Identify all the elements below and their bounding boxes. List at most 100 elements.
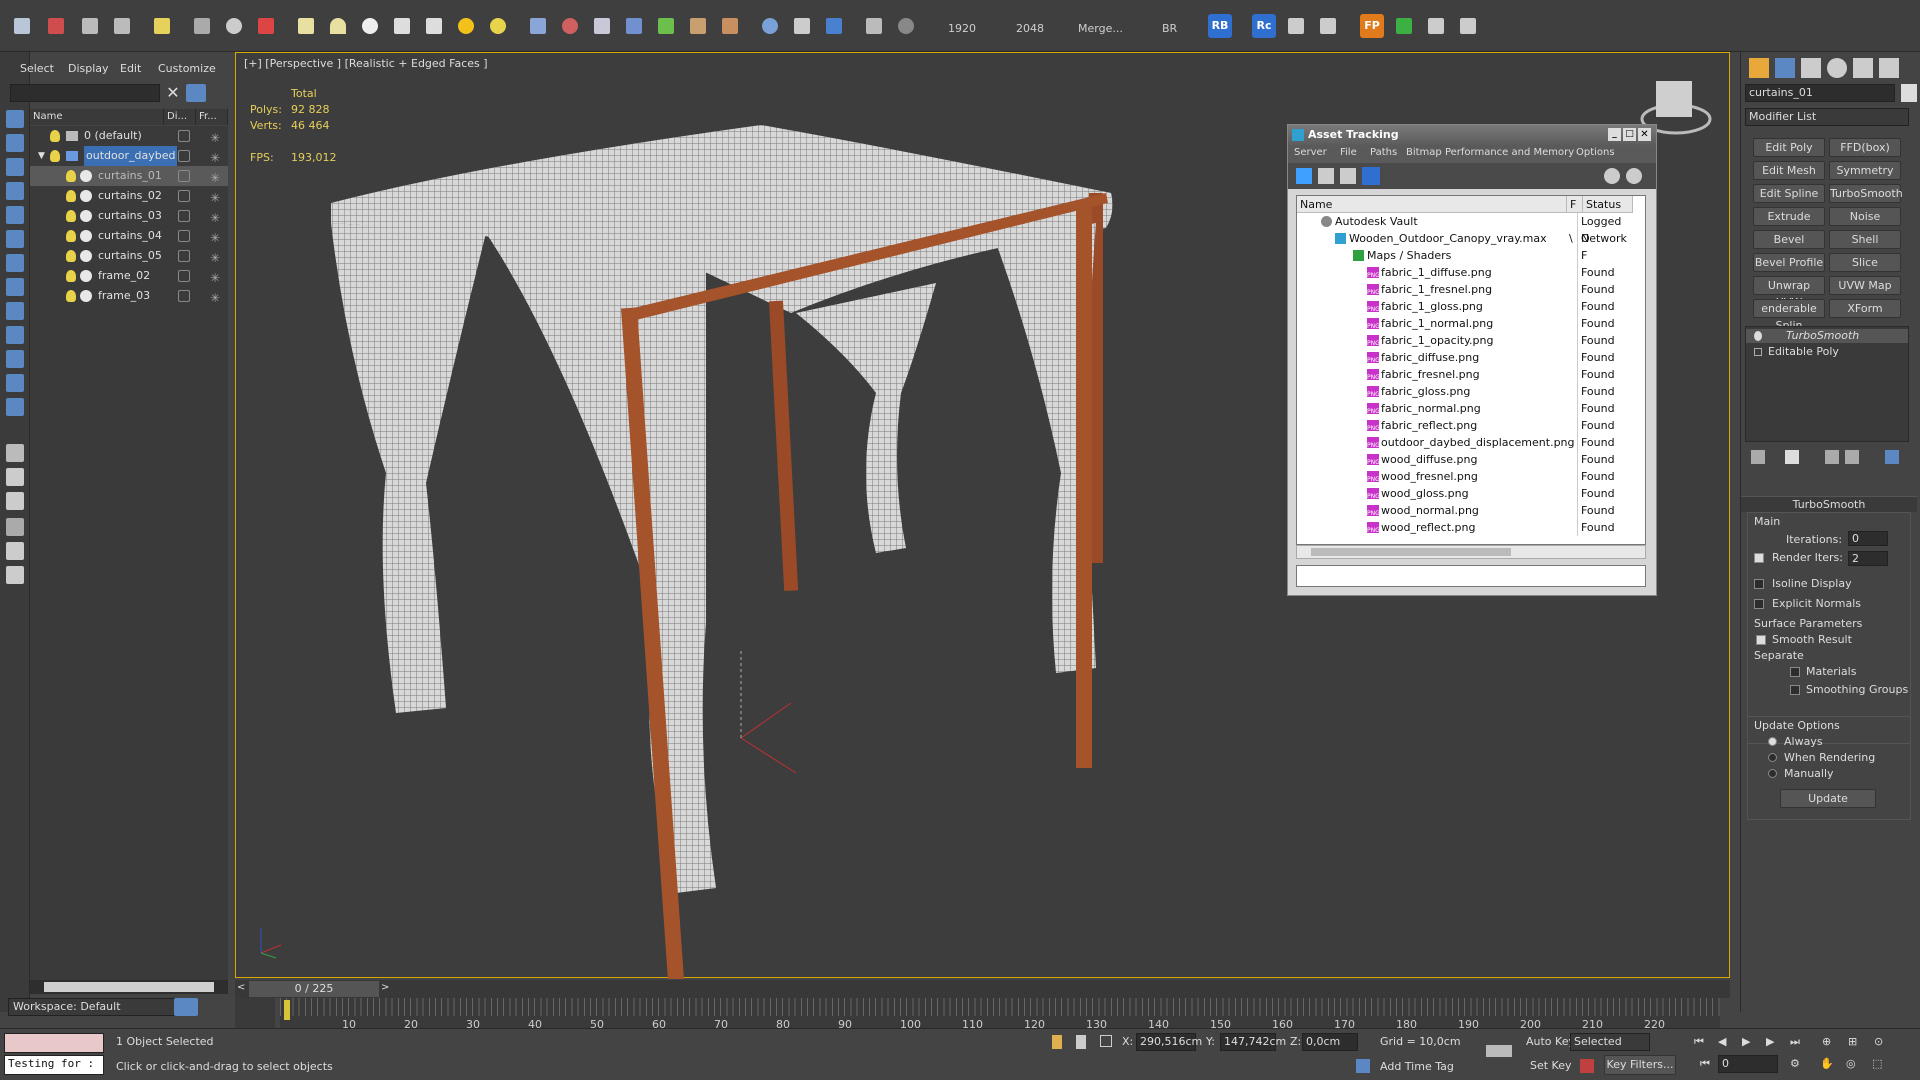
time-config-icon[interactable]: ⚙ [1790, 1057, 1800, 1070]
render-setup-icon[interactable] [44, 14, 68, 38]
tree-view-icon[interactable] [1340, 168, 1356, 184]
asset-menu-file[interactable]: File [1340, 147, 1357, 158]
y-coordinate[interactable]: 147,742cm [1220, 1033, 1286, 1051]
isolate-icon[interactable] [1052, 1035, 1062, 1049]
sync-selection-icon[interactable] [6, 542, 24, 560]
workspace-select[interactable]: Workspace: Default [8, 998, 178, 1016]
modifier-button[interactable]: Unwrap UVW [1753, 276, 1825, 309]
list-icon[interactable] [1456, 14, 1480, 38]
isoline-checkbox[interactable] [1754, 579, 1764, 589]
refresh-icon[interactable] [1296, 168, 1312, 184]
set-key-button[interactable]: Set Key [1530, 1059, 1572, 1072]
explorer-hscrollbar[interactable] [30, 980, 228, 994]
render-width[interactable]: 1920 [948, 22, 976, 35]
filter-warps-icon[interactable] [6, 230, 24, 248]
wrench-icon[interactable] [1424, 14, 1448, 38]
asset-menu-options[interactable]: Options [1576, 147, 1615, 158]
fov-icon[interactable]: ◎ [1846, 1057, 1856, 1070]
z-coordinate[interactable]: 0,0cm [1302, 1033, 1358, 1051]
modify-tab-icon[interactable] [1775, 58, 1795, 78]
rb-button[interactable]: RB [1208, 14, 1232, 38]
stack-item-editable-poly[interactable]: Editable Poly [1746, 345, 1908, 359]
pin-stack-icon[interactable] [1751, 450, 1765, 464]
freeze-icon[interactable]: ✳ [210, 128, 220, 148]
render-toggle-icon[interactable] [178, 210, 190, 222]
teapot-icon[interactable] [190, 14, 214, 38]
rc-button[interactable]: Rc [1252, 14, 1276, 38]
merge-button[interactable]: Merge... [1078, 22, 1123, 35]
globe-icon[interactable] [758, 14, 782, 38]
show-end-result-icon[interactable] [1785, 450, 1799, 464]
filter-bones-icon[interactable] [6, 302, 24, 320]
time-tag-icon[interactable] [1356, 1059, 1370, 1073]
hierarchy-tab-icon[interactable] [1801, 58, 1821, 78]
object-curtains-02[interactable]: curtains_02 ✳ [30, 186, 228, 206]
filter-all-icon[interactable] [6, 398, 24, 416]
goto-start-icon[interactable]: ⏮ [1694, 1035, 1704, 1049]
render-toggle-icon[interactable] [178, 230, 190, 242]
asset-path-field[interactable] [1296, 565, 1646, 587]
light-bulb-icon[interactable] [66, 230, 76, 242]
zoom-icon[interactable]: ⊕ [1822, 1035, 1831, 1048]
fp-button[interactable]: FP [1360, 14, 1384, 38]
display-tab-icon[interactable] [1853, 58, 1873, 78]
col-display[interactable]: Di... [164, 109, 196, 125]
prev-frame-icon[interactable]: < [237, 982, 245, 993]
remove-modifier-icon[interactable] [1845, 450, 1859, 464]
render-toggle-icon[interactable] [178, 130, 190, 142]
filter-helpers-icon[interactable] [6, 206, 24, 224]
object-curtains-03[interactable]: curtains_03 ✳ [30, 206, 228, 226]
filter-containers-icon[interactable] [6, 326, 24, 344]
col-name[interactable]: Name [30, 109, 164, 125]
asset-menu-paths[interactable]: Paths [1370, 147, 1397, 158]
mini-curve-editor-icon[interactable] [235, 998, 275, 1028]
render-toggle-icon[interactable] [178, 270, 190, 282]
smoothing-groups-checkbox[interactable] [1790, 685, 1800, 695]
asset-menu-bitmap[interactable]: Bitmap Performance and Memory [1406, 147, 1574, 158]
key-mode-toggle-icon[interactable]: ⏮ [1700, 1057, 1710, 1071]
object-curtains-04[interactable]: curtains_04 ✳ [30, 226, 228, 246]
utilities-tab-icon[interactable] [1879, 58, 1899, 78]
current-frame-marker[interactable] [284, 1000, 290, 1020]
render-toggle-icon[interactable] [178, 190, 190, 202]
asset-row-map[interactable]: PNGoutdoor_daybed_displacement.png Found [1297, 434, 1633, 451]
maximize-icon[interactable]: □ [1623, 128, 1636, 141]
time-slider[interactable]: < 0 / 225 > [235, 980, 1730, 998]
expand-icon[interactable]: ▼ [38, 146, 45, 166]
freeze-icon[interactable]: ✳ [210, 188, 220, 208]
key-mode-icon[interactable] [1580, 1059, 1594, 1073]
undo-icon[interactable] [10, 14, 34, 38]
asset-menu-server[interactable]: Server [1294, 147, 1327, 158]
asset-row-maps[interactable]: Maps / Shaders [1297, 247, 1633, 264]
lock-icon[interactable] [1076, 1035, 1086, 1049]
smooth-result-checkbox[interactable] [1756, 635, 1766, 645]
explorer-menu-customize[interactable]: Customize [158, 62, 216, 75]
manually-radio[interactable] [1768, 769, 1777, 778]
render-toggle-icon[interactable] [178, 290, 190, 302]
object-frame-02[interactable]: frame_02 ✳ [30, 266, 228, 286]
close-icon[interactable]: ✕ [1638, 128, 1651, 141]
asset-row-map[interactable]: PNGwood_gloss.png Found [1297, 485, 1633, 502]
asset-row-map[interactable]: PNGfabric_1_opacity.png Found [1297, 332, 1633, 349]
light-lister-icon[interactable] [150, 14, 174, 38]
iterations-spinner[interactable]: 0 [1848, 531, 1888, 546]
render-height[interactable]: 2048 [1016, 22, 1044, 35]
prev-key-icon[interactable]: ◀ [1718, 1035, 1726, 1048]
bulb-icon[interactable] [1754, 331, 1762, 341]
table-icon[interactable] [1316, 14, 1340, 38]
filter-xrefs-icon[interactable] [6, 278, 24, 296]
filter-geometry-icon[interactable] [6, 110, 24, 128]
track-bar[interactable]: 10 20 30 40 50 60 70 80 90 100 110 120 130 140 150 160 1… [280, 998, 1720, 1031]
asset-row-map[interactable]: PNGwood_normal.png Found [1297, 502, 1633, 519]
display-children-icon[interactable] [6, 492, 24, 510]
turbosmooth-rollout-header[interactable]: TurboSmooth [1741, 496, 1917, 512]
key-filters-button[interactable]: Key Filters... [1604, 1055, 1676, 1075]
col-freeze[interactable]: Fr... [196, 109, 228, 125]
scrollbar-thumb[interactable] [1311, 548, 1511, 556]
modifier-button[interactable]: Edit Mesh [1753, 161, 1825, 180]
asset-row-map[interactable]: PNGfabric_diffuse.png Found [1297, 349, 1633, 366]
explicit-normals-checkbox[interactable] [1754, 599, 1764, 609]
light-bulb-icon[interactable] [50, 150, 60, 162]
configure-sets-icon[interactable] [1885, 450, 1899, 464]
light-bulb-icon[interactable] [66, 270, 76, 282]
